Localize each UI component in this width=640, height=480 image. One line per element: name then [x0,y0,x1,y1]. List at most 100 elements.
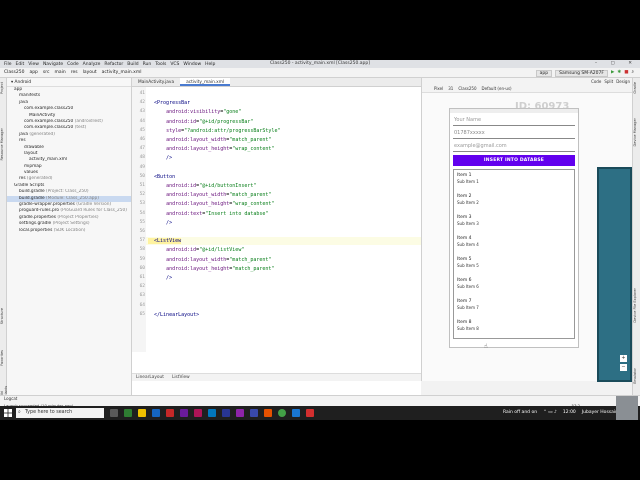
resource-manager-tab[interactable]: Resource Manager [0,128,7,161]
chrome-icon[interactable] [278,409,286,417]
code-line[interactable] [148,303,154,309]
code-line[interactable]: /> [148,155,172,161]
view-mode-code[interactable]: Code [591,78,601,85]
breadcrumb-item[interactable]: app [29,68,37,78]
list-item[interactable]: Item 4 Sub Item 4 [454,233,574,254]
breadcrumb-item[interactable]: activity_main.xml [102,68,142,78]
view-mode-split[interactable]: Split [604,78,613,85]
app-icon-8[interactable] [236,409,244,417]
list-item[interactable]: Item 3 Sub Item 3 [454,212,574,233]
breadcrumb-item[interactable]: res [71,68,78,78]
zoom-out-icon[interactable]: − [620,364,627,371]
code-line[interactable] [148,293,154,299]
code-line[interactable]: /> [148,220,172,226]
project-tool-tab[interactable]: Project [0,82,7,94]
gradle-tab[interactable]: Gradle [633,82,640,94]
emulator-tab[interactable]: Emulator [633,368,640,384]
code-line[interactable]: <ProgressBar [148,100,190,106]
windows-start-icon[interactable] [4,409,12,417]
editor-tab[interactable]: MainActivity.java [132,78,180,86]
project-view-select[interactable]: ▾ Android [7,78,131,87]
view-mode-design[interactable]: Design [616,78,630,85]
breadcrumb-item[interactable]: src [43,68,50,78]
code-line[interactable]: /> [148,275,172,281]
tag-text [148,293,154,299]
insert-button[interactable]: INSERT INTO DATABSE [453,155,575,166]
preview-option[interactable]: Class250 [458,85,476,93]
code-line[interactable] [148,284,154,290]
code-line[interactable] [148,165,154,171]
code-line[interactable]: android:layout_width="match_parent" [148,137,271,143]
list-item[interactable]: Item 6 Sub Item 6 [454,275,574,296]
code-line[interactable] [148,229,154,235]
list-view[interactable]: Item 1 Sub Item 1 Item 2 Sub Item 2 Item 3 Su… [453,169,575,339]
preview-toolbar: Code Split Design Pixel 31 Class250 Default (… [422,78,632,93]
code-line[interactable]: android:id="@+id/listView" [148,247,244,253]
app-icon-4[interactable] [180,409,188,417]
breadcrumb-item[interactable]: layout [83,68,97,78]
code-line[interactable]: android:id="@+id/buttonInsert" [148,183,256,189]
app-icon-2[interactable] [152,409,160,417]
email-field[interactable]: example@gmail.com [453,139,575,152]
code-editor[interactable]: MainActivity.java activity_main.xml 41 42… [132,78,421,420]
breadcrumb-item[interactable]: main [55,68,66,78]
code-line[interactable] [148,91,154,97]
clock[interactable]: 12:00 [563,406,576,420]
preview-option[interactable]: 31 [448,85,453,93]
weather-text[interactable]: Rain off and on [503,406,537,420]
preview-option[interactable]: Default (en-us) [482,85,512,93]
favorites-tab[interactable]: Favorites [0,350,7,366]
code-line[interactable]: android:layout_height="match_parent" [148,266,274,272]
app-icon-9[interactable] [250,409,258,417]
window-controls[interactable]: – ▢ ✕ [595,60,638,68]
tree-item-label: com.example.class250 [24,125,74,131]
device-select[interactable]: Samsung SM-A207F [555,70,608,77]
code-line[interactable]: android:layout_height="wrap_content" [148,146,274,152]
list-item[interactable]: Item 7 Sub Item 7 [454,296,574,317]
code-line[interactable]: android:id="@+id/progressBar" [148,119,253,125]
code-line[interactable]: <Button [148,174,175,180]
run-config-select[interactable]: app [535,70,553,77]
app-icon-11[interactable] [306,409,314,417]
code-line[interactable]: style="?android:attr/progressBarStyle" [148,128,280,134]
list-item[interactable]: Item 1 Sub Item 1 [454,170,574,191]
app-icon-10[interactable] [292,409,300,417]
firefox-icon[interactable] [264,409,272,417]
app-icon-6[interactable] [208,409,216,417]
tray-icons[interactable]: ⌃ ▭ ♪ [543,406,557,420]
tree-item[interactable]: local.properties (SDK Location) [7,228,131,234]
app-icon-7[interactable] [222,409,230,417]
app-icon-5[interactable] [194,409,202,417]
run-icon[interactable]: ▶ [611,68,614,78]
zoom-in-icon[interactable]: + [620,355,627,362]
code-line[interactable]: android:text="Insert into databse" [148,211,268,217]
list-item[interactable]: Item 8 Sub Item 8 [454,317,574,338]
app-icon-1[interactable] [124,409,132,417]
xml-breadcrumb-item[interactable]: ListView [172,374,190,381]
code-line[interactable]: android:layout_width="match_parent" [148,192,271,198]
code-line[interactable]: android:layout_height="wrap_content" [148,201,274,207]
editor-tab[interactable]: activity_main.xml [180,78,231,86]
taskbar-search-input[interactable]: ⌕ Type here to search [16,408,104,418]
app-icon-3[interactable] [166,409,174,417]
code-line[interactable]: android:layout_width="match_parent" [148,257,271,263]
name-field[interactable]: Your Name [453,113,575,126]
preview-option[interactable]: Pixel [434,85,443,93]
breadcrumb-item[interactable]: Class250 [4,68,24,78]
task-view-icon[interactable] [110,409,118,417]
file-explorer-icon[interactable] [138,409,146,417]
device-file-explorer-tab[interactable]: Device File Explorer [633,288,640,323]
stop-icon[interactable]: ■ [624,68,628,78]
search-icon[interactable]: ⌕ [631,68,634,78]
code-line[interactable]: <ListView [148,238,182,245]
code-line[interactable]: android:visibility="gone" [148,109,241,115]
attr-name: android:layout_width [166,137,227,143]
list-item[interactable]: Item 2 Sub Item 2 [454,191,574,212]
code-line[interactable]: </LinearLayout> [148,312,199,318]
device-manager-tab[interactable]: Device Manager [633,118,640,146]
phone-field[interactable]: 01787xxxxx [453,126,575,139]
xml-breadcrumb-item[interactable]: LinearLayout [136,374,164,381]
structure-tab[interactable]: Structure [0,308,7,324]
debug-icon[interactable]: ✱ [617,68,621,78]
list-item[interactable]: Item 5 Sub Item 5 [454,254,574,275]
